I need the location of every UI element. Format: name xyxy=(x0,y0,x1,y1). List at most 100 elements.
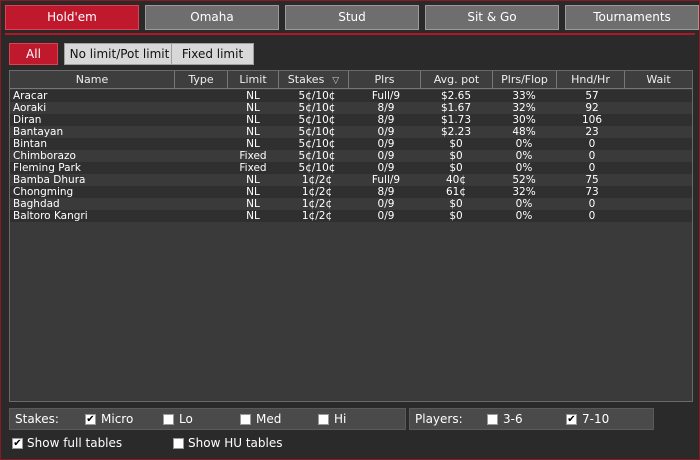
row-avg-pot: $1.73 xyxy=(440,114,472,126)
row-plrs-flop: 0% xyxy=(515,198,533,210)
row-players: Full/9 xyxy=(371,90,401,102)
row-plrs-flop: 30% xyxy=(512,114,536,126)
show-full-tables-label: Show full tables xyxy=(27,436,123,450)
players-label: Players: xyxy=(415,412,463,426)
row-hands-per-hour: 0 xyxy=(588,162,596,174)
tab-omaha[interactable]: Omaha xyxy=(145,5,279,30)
stakes-micro-checkbox[interactable]: ✔ xyxy=(85,414,96,425)
row-avg-pot: $2.65 xyxy=(440,90,472,102)
table-row[interactable]: Bintan NL 5¢/10¢ 0/9 $0 0% 0 xyxy=(10,138,692,150)
row-avg-pot: $0 xyxy=(449,162,463,174)
row-stakes: 5¢/10¢ xyxy=(298,150,336,162)
row-stakes: 5¢/10¢ xyxy=(298,138,336,150)
col-stakes-label: Stakes xyxy=(287,73,325,86)
row-limit: NL xyxy=(246,102,260,114)
stakes-med-label: Med xyxy=(256,412,282,426)
row-plrs-flop: 32% xyxy=(512,102,536,114)
tab-tournaments[interactable]: Tournaments xyxy=(565,5,699,30)
row-plrs-flop: 52% xyxy=(512,174,536,186)
players-panel: Players: 3-6 ✔ 7-10 xyxy=(409,408,654,430)
row-players: 0/9 xyxy=(377,162,395,174)
stakes-hi-checkbox[interactable] xyxy=(318,414,329,425)
col-stakes[interactable]: Stakes ▽ xyxy=(279,71,349,89)
filter-all-button[interactable]: All xyxy=(9,43,58,65)
row-name: Chimborazo xyxy=(13,150,76,162)
row-players: 0/9 xyxy=(377,126,395,138)
col-avg-pot[interactable]: Avg. pot xyxy=(421,71,493,89)
table-row[interactable]: Chimborazo Fixed 5¢/10¢ 0/9 $0 0% 0 xyxy=(10,150,692,162)
row-limit: NL xyxy=(246,210,260,222)
row-hands-per-hour: 106 xyxy=(581,114,603,126)
row-avg-pot: 40¢ xyxy=(445,174,467,186)
row-players: 0/9 xyxy=(377,210,395,222)
row-plrs-flop: 32% xyxy=(512,186,536,198)
players-3-6-checkbox[interactable] xyxy=(487,414,498,425)
col-plrs[interactable]: Plrs xyxy=(349,71,421,89)
table-row[interactable]: Chongming NL 1¢/2¢ 8/9 61¢ 32% 73 xyxy=(10,186,692,198)
row-name: Chongming xyxy=(13,186,74,198)
players-7-10-label: 7-10 xyxy=(582,412,610,426)
row-limit: NL xyxy=(246,114,260,126)
row-plrs-flop: 33% xyxy=(512,90,536,102)
sort-descending-icon: ▽ xyxy=(332,76,340,86)
row-limit: Fixed xyxy=(239,150,267,162)
row-hands-per-hour: 0 xyxy=(588,150,596,162)
tab-sit-and-go[interactable]: Sit & Go xyxy=(425,5,559,30)
row-hands-per-hour: 0 xyxy=(588,210,596,222)
row-limit: NL xyxy=(246,186,260,198)
col-hnd-hr[interactable]: Hnd/Hr xyxy=(557,71,625,89)
row-avg-pot: $0 xyxy=(449,150,463,162)
row-name: Bintan xyxy=(13,138,47,150)
col-name[interactable]: Name xyxy=(10,71,175,89)
table-row[interactable]: Bantayan NL 5¢/10¢ 0/9 $2.23 48% 23 xyxy=(10,126,692,138)
row-players: 0/9 xyxy=(377,150,395,162)
tab-divider xyxy=(5,33,695,35)
row-stakes: 5¢/10¢ xyxy=(298,114,336,126)
show-full-tables-option: ✔ Show full tables xyxy=(12,434,192,454)
show-hu-tables-checkbox[interactable] xyxy=(173,438,184,449)
table-row[interactable]: Aoraki NL 5¢/10¢ 8/9 $1.67 32% 92 xyxy=(10,102,692,114)
show-hu-tables-option: Show HU tables xyxy=(173,434,353,454)
tab-stud[interactable]: Stud xyxy=(285,5,419,30)
show-full-tables-checkbox[interactable]: ✔ xyxy=(12,438,23,449)
row-avg-pot: $0 xyxy=(449,198,463,210)
players-7-10-checkbox[interactable]: ✔ xyxy=(566,414,577,425)
col-type[interactable]: Type xyxy=(175,71,228,89)
row-plrs-flop: 0% xyxy=(515,210,533,222)
stakes-micro-label: Micro xyxy=(101,412,134,426)
table-header: Name Type Limit Stakes ▽ Plrs Avg. pot Pl… xyxy=(10,71,692,89)
table-row[interactable]: Fleming Park Fixed 5¢/10¢ 0/9 $0 0% 0 xyxy=(10,162,692,174)
row-hands-per-hour: 23 xyxy=(585,126,599,138)
row-plrs-flop: 0% xyxy=(515,138,533,150)
tables-list: Name Type Limit Stakes ▽ Plrs Avg. pot Pl… xyxy=(9,70,693,402)
stakes-lo-checkbox[interactable] xyxy=(163,414,174,425)
row-stakes: 5¢/10¢ xyxy=(298,90,336,102)
row-avg-pot: $1.67 xyxy=(440,102,472,114)
row-plrs-flop: 48% xyxy=(512,126,536,138)
table-row[interactable]: Aracar NL 5¢/10¢ Full/9 $2.65 33% 57 xyxy=(10,90,692,102)
row-plrs-flop: 0% xyxy=(515,162,533,174)
row-stakes: 5¢/10¢ xyxy=(298,126,336,138)
col-plrs-flop[interactable]: Plrs/Flop xyxy=(493,71,557,89)
stakes-med-checkbox[interactable] xyxy=(240,414,251,425)
row-hands-per-hour: 57 xyxy=(585,90,599,102)
row-hands-per-hour: 0 xyxy=(588,138,596,150)
tab-holdem[interactable]: Hold'em xyxy=(5,5,139,30)
filter-no-limit-button[interactable]: No limit/Pot limit xyxy=(64,43,175,65)
row-stakes: 1¢/2¢ xyxy=(301,174,333,186)
table-row[interactable]: Baltoro Kangri NL 1¢/2¢ 0/9 $0 0% 0 xyxy=(10,210,692,222)
row-limit: NL xyxy=(246,198,260,210)
table-row[interactable]: Diran NL 5¢/10¢ 8/9 $1.73 30% 106 xyxy=(10,114,692,126)
row-limit: NL xyxy=(246,90,260,102)
col-wait[interactable]: Wait xyxy=(625,71,692,89)
table-row[interactable]: Bamba Dhura NL 1¢/2¢ Full/9 40¢ 52% 75 xyxy=(10,174,692,186)
row-limit: Fixed xyxy=(239,162,267,174)
row-stakes: 5¢/10¢ xyxy=(298,102,336,114)
stakes-lo-label: Lo xyxy=(179,412,193,426)
table-row[interactable]: Baghdad NL 1¢/2¢ 0/9 $0 0% 0 xyxy=(10,198,692,210)
row-players: 8/9 xyxy=(377,102,395,114)
row-players: 0/9 xyxy=(377,138,395,150)
col-limit[interactable]: Limit xyxy=(228,71,279,89)
row-stakes: 5¢/10¢ xyxy=(298,162,336,174)
filter-fixed-limit-button[interactable]: Fixed limit xyxy=(171,43,254,65)
